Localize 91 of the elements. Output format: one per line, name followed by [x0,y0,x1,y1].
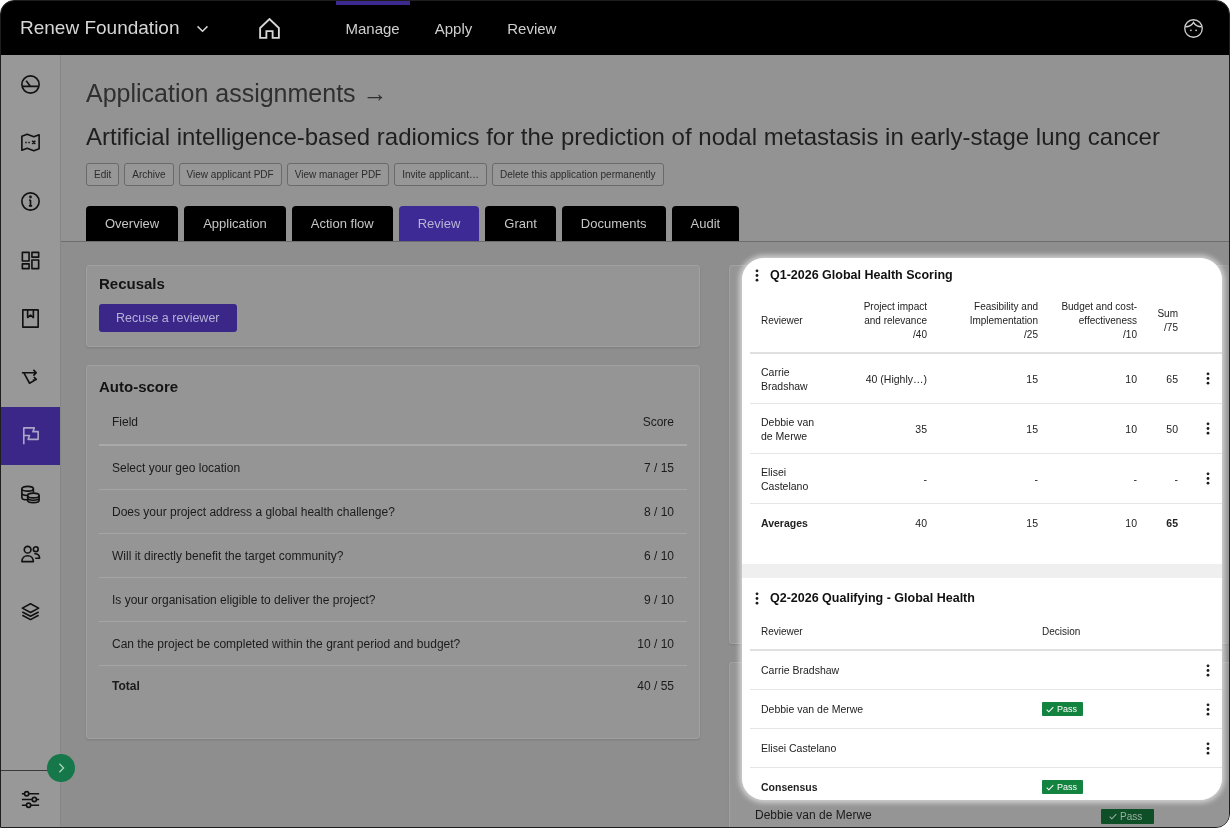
application-title: Artificial intelligence-based radiomics for the prediction of nodal metastasis in early-stage lung cancer [86,122,1161,152]
action-button[interactable]: Archive [124,163,174,186]
table-cell-text: Debbie van de Merwe [760,703,865,715]
table-cell: 8 / 10 [643,504,674,519]
action-button[interactable]: Delete this application permanently [491,163,664,186]
table-cell-text: Elisei Castelano [760,464,810,493]
check-icon [1109,813,1117,820]
recuse-button[interactable]: Recuse a reviewer [99,304,237,332]
table-cell-text: Averages [760,517,809,529]
column-header: Project impact and relevance /40 [862,300,928,342]
column-header: Budget and cost-effectiveness /10 [1060,300,1138,342]
column-header: Reviewer [760,625,804,637]
tab[interactable]: Review [398,206,480,241]
more-icon[interactable] [1206,372,1210,385]
status-text: Pass [1057,703,1077,716]
table-cell-text: 65 [1165,517,1179,529]
gauge-icon [19,72,42,96]
table-cell-text: 10 [1124,371,1138,386]
table-cell-text: 10 [1124,421,1138,436]
table-cell: Select your geo location [112,460,241,475]
table-cell-text: 10 [1124,517,1138,529]
section-title: Q2-2026 Qualifying - Global Health [770,590,975,607]
more-icon[interactable] [1206,472,1210,485]
table-cell: Does your project address a global health challenge? [112,504,395,519]
info-icon [19,190,42,213]
tab[interactable]: Audit [671,206,740,241]
table-cell-text: Debbie van de Merwe [760,414,816,443]
table-cell: 7 / 15 [643,460,674,475]
table-cell-text: - [1033,471,1039,486]
status-text: Pass [1057,781,1077,794]
more-icon[interactable] [1206,422,1210,435]
column-header: Sum /75 [1156,307,1179,335]
table-cell-text: 35 [914,421,928,436]
column-header: Reviewer [760,314,804,328]
table-cell-text: 15 [1025,371,1039,386]
tab[interactable]: Overview [86,206,179,241]
tab[interactable]: Action flow [291,206,393,241]
table-cell: Will it directly benefit the target community? [112,548,344,563]
more-icon[interactable] [1206,741,1210,755]
sidebar-item[interactable] [1,406,60,466]
column-header: Decision [1041,625,1082,637]
more-icon[interactable] [1206,702,1210,716]
user-icon[interactable] [1183,17,1204,39]
action-button[interactable]: View manager PDF [286,163,390,186]
table-cell-text: Consensus [760,781,819,793]
tab[interactable]: Application [184,206,286,241]
check-icon [1046,705,1054,713]
table-cell: Can the project be completed within the grant period and budget? [112,636,461,651]
table-cell-text: Carrie Bradshaw [760,364,809,393]
chevron-right-icon [57,762,65,774]
column-header: Score [642,415,674,429]
table-cell: 10 / 10 [637,636,674,651]
more-icon[interactable] [755,268,759,282]
table-cell: Total [112,679,140,693]
table-cell-text: 65 [1165,371,1179,386]
table-cell-text: - [1173,471,1179,486]
action-button[interactable]: Edit [86,163,120,186]
tab[interactable]: Grant [485,206,556,241]
table-cell-text: 40 [914,517,928,529]
table-cell-text: - [1132,471,1138,486]
column-header: Feasibility and Implementation /25 [968,300,1039,342]
nav-link[interactable]: Review [497,1,567,55]
action-button[interactable]: Invite applicant… [394,163,487,186]
table-cell: 9 / 10 [643,592,674,607]
nav-link[interactable]: Apply [424,1,483,55]
table-cell-text: Carrie Bradshaw [760,664,841,676]
table-cell-text: Elisei Castelano [760,742,838,754]
card-title: Recusals [99,275,166,293]
action-button[interactable]: View applicant PDF [178,163,282,186]
table-cell: Is your organisation eligible to deliver the project? [112,592,376,607]
table-cell-text: Debbie van de Merwe [755,808,873,822]
section-title: Q1-2026 Global Health Scoring [770,267,953,284]
breadcrumb-link[interactable]: Application assignments → [86,78,388,108]
sidebar-toggle-button[interactable] [47,754,75,782]
organization-switcher[interactable]: Renew Foundation [20,17,211,39]
table-cell-text: 50 [1165,421,1179,436]
table-cell-text: 15 [1025,517,1039,529]
table-cell-text: 40 (Highly…) [864,371,928,386]
table-cell-text: 15 [1025,421,1039,436]
table-cell-text: - [922,471,928,486]
table-cell: 40 / 55 [637,679,674,693]
column-header: Field [112,415,138,429]
table-cell: 6 / 10 [643,548,674,563]
status-text: Pass [1120,809,1143,824]
bookmark-icon [19,307,42,331]
check-icon [1046,783,1054,791]
card-title: Auto-score [99,378,180,396]
tab[interactable]: Documents [561,206,666,241]
more-icon[interactable] [1206,663,1210,677]
more-icon[interactable] [755,591,759,605]
home-icon[interactable] [256,15,282,41]
